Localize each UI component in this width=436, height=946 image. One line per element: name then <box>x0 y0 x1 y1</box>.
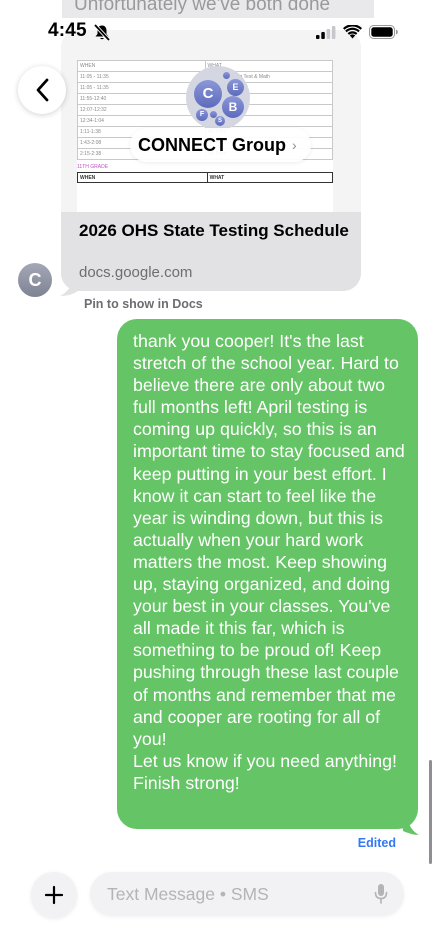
thumbnail-grade-table: WHEN WHAT <box>77 172 334 183</box>
microphone-icon[interactable] <box>374 883 388 905</box>
thumbnail-cell: 12:34-1:04 <box>77 115 206 127</box>
bell-slash-icon <box>93 24 111 41</box>
group-avatar-bubble: E <box>227 79 244 96</box>
thumbnail-cell: 12:07-12:32 <box>77 104 206 116</box>
edited-label[interactable]: Edited <box>358 836 396 850</box>
thumbnail-cell: 11:05 - 11:35 <box>77 71 206 83</box>
incoming-bubble-tail <box>60 274 82 296</box>
plus-button[interactable] <box>31 872 77 918</box>
composer: Text Message • SMS <box>0 864 436 946</box>
group-avatar-bubble <box>223 72 230 79</box>
group-avatar-bubble <box>210 111 217 118</box>
back-chevron-icon <box>36 78 49 102</box>
group-avatar-bubble: S <box>215 116 225 126</box>
plus-icon <box>44 885 64 905</box>
group-name-pill[interactable]: CONNECT Group › <box>130 128 311 162</box>
outgoing-bubble-tail <box>403 812 419 835</box>
group-avatar-bubble: B <box>222 96 244 118</box>
message-placeholder: Text Message • SMS <box>107 884 269 904</box>
battery-icon <box>369 25 398 39</box>
group-avatar-bubble: C <box>194 80 222 108</box>
thumbnail-header-cell: WHEN <box>77 60 206 72</box>
scroll-indicator[interactable] <box>429 760 432 864</box>
avatar[interactable]: C <box>18 263 52 297</box>
group-avatar-bubble: F <box>196 109 208 121</box>
thumbnail-header-cell: WHEN <box>77 172 208 183</box>
pin-note[interactable]: Pin to show in Docs <box>84 297 203 311</box>
signal-icon <box>316 25 336 39</box>
outgoing-message-bubble[interactable]: thank you cooper! It's the last stretch … <box>117 319 418 829</box>
avatar-initial: C <box>28 269 42 290</box>
status-icons <box>316 25 398 39</box>
message-input[interactable]: Text Message • SMS <box>90 872 404 916</box>
group-name: CONNECT Group <box>138 134 286 155</box>
outgoing-message-text: thank you cooper! It's the last stretch … <box>133 331 405 793</box>
wifi-icon <box>343 25 362 39</box>
status-bar: Unfortunately we've both done 4:45 <box>0 0 436 60</box>
thumbnail-header-cell: WHAT <box>206 172 334 183</box>
chevron-right-icon: › <box>292 137 297 153</box>
thumbnail-grade-label: 11TH GRADE <box>77 164 109 170</box>
partial-previous-message: Unfortunately we've both done <box>62 0 374 18</box>
group-avatar[interactable]: C E B F S <box>186 66 250 130</box>
link-info: 2026 OHS State Testing Schedule docs.goo… <box>61 212 361 291</box>
link-domain: docs.google.com <box>79 264 193 281</box>
status-time: 4:45 <box>48 20 87 41</box>
back-button[interactable] <box>18 66 66 114</box>
link-title: 2026 OHS State Testing Schedule <box>79 221 349 240</box>
